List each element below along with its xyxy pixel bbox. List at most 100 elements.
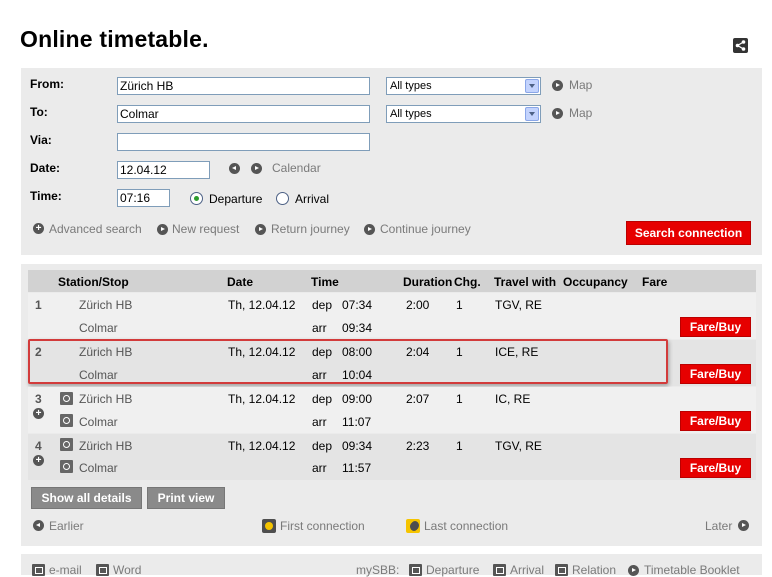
row-dep-time: 09:00 bbox=[342, 392, 373, 406]
previous-day-icon[interactable] bbox=[229, 163, 240, 174]
row-arr-time: 11:07 bbox=[342, 415, 372, 429]
time-label: Time: bbox=[30, 189, 62, 203]
via-label: Via: bbox=[30, 133, 52, 147]
row-arr-label: arr bbox=[312, 461, 327, 475]
col-duration: Duration bbox=[403, 275, 453, 289]
arrival-icon bbox=[493, 564, 506, 576]
row-date: Th, 12.04.12 bbox=[228, 392, 296, 406]
date-field[interactable]: 12.04.12 bbox=[117, 161, 210, 179]
row-from-station[interactable]: Zürich HB bbox=[79, 298, 132, 312]
fare-buy-button[interactable]: Fare/Buy bbox=[680, 458, 751, 478]
row-duration: 2:07 bbox=[406, 392, 430, 406]
row-dep-label: dep bbox=[312, 392, 333, 406]
sun-icon bbox=[262, 519, 276, 533]
share-button[interactable] bbox=[733, 38, 748, 53]
row-travel-with: TGV, RE bbox=[495, 298, 542, 312]
row-travel-with: TGV, RE bbox=[495, 439, 542, 453]
to-field[interactable]: Colmar bbox=[117, 105, 370, 123]
arrival-radio-label: Arrival bbox=[295, 192, 330, 206]
expand-plus-icon[interactable]: + bbox=[33, 408, 44, 419]
row-arr-time: 09:34 bbox=[342, 321, 373, 335]
arrival-radio[interactable] bbox=[276, 192, 289, 205]
search-connection-button[interactable]: Search connection bbox=[626, 221, 751, 245]
arrow-right-icon bbox=[364, 224, 375, 235]
from-type-select[interactable]: All types bbox=[386, 77, 541, 95]
station-icon bbox=[60, 460, 73, 473]
row-dep-label: dep bbox=[312, 298, 333, 312]
table-row[interactable] bbox=[28, 387, 756, 433]
expand-plus-icon[interactable]: + bbox=[33, 455, 44, 466]
next-day-icon[interactable] bbox=[251, 163, 262, 174]
calendar-link[interactable]: Calendar bbox=[272, 161, 321, 175]
plus-circle-icon: + bbox=[33, 223, 44, 234]
from-field[interactable]: Zürich HB bbox=[117, 77, 370, 95]
arrow-right-icon bbox=[552, 108, 563, 119]
row-number: 3 bbox=[35, 392, 42, 406]
row-to-station[interactable]: Colmar bbox=[79, 415, 118, 429]
row-dep-label: dep bbox=[312, 439, 333, 453]
arrow-right-icon bbox=[738, 520, 749, 531]
row-number: 1 bbox=[35, 298, 42, 312]
station-icon bbox=[60, 392, 73, 405]
chevron-down-icon bbox=[525, 107, 539, 121]
date-label: Date: bbox=[30, 161, 61, 175]
station-icon bbox=[60, 414, 73, 427]
row-arr-time: 11:57 bbox=[342, 461, 372, 475]
last-connection-label: Last connection bbox=[424, 519, 509, 533]
row-from-station[interactable]: Zürich HB bbox=[79, 439, 132, 453]
row-number: 4 bbox=[35, 439, 42, 453]
col-fare: Fare bbox=[642, 275, 668, 289]
to-type-select[interactable]: All types bbox=[386, 105, 541, 123]
row-to-station[interactable]: Colmar bbox=[79, 461, 118, 475]
time-field[interactable]: 07:16 bbox=[117, 189, 170, 207]
arrow-right-icon bbox=[157, 224, 168, 235]
row-date: Th, 12.04.12 bbox=[228, 439, 296, 453]
row-to-station[interactable]: Colmar bbox=[79, 321, 118, 335]
row-duration: 2:00 bbox=[406, 298, 430, 312]
return-journey-label: Return journey bbox=[271, 222, 350, 236]
row-duration: 2:23 bbox=[406, 439, 430, 453]
col-changes: Chg. bbox=[454, 275, 481, 289]
col-date: Date bbox=[227, 275, 254, 289]
arrow-right-icon bbox=[255, 224, 266, 235]
continue-journey-label: Continue journey bbox=[380, 222, 471, 236]
row-arr-label: arr bbox=[312, 321, 327, 335]
row-date: Th, 12.04.12 bbox=[228, 298, 296, 312]
row-changes: 1 bbox=[456, 439, 463, 453]
col-travel-with: Travel with bbox=[494, 275, 557, 289]
from-map-label: Map bbox=[569, 78, 593, 92]
relation-icon bbox=[555, 564, 568, 576]
departure-radio[interactable] bbox=[190, 192, 203, 205]
from-label: From: bbox=[30, 77, 64, 91]
later-label: Later bbox=[705, 519, 733, 533]
from-type-value: All types bbox=[390, 80, 432, 92]
selection-highlight bbox=[28, 339, 668, 384]
to-type-value: All types bbox=[390, 108, 432, 120]
via-field[interactable] bbox=[117, 133, 370, 151]
row-arr-label: arr bbox=[312, 415, 327, 429]
advanced-search-label: Advanced search bbox=[49, 222, 142, 236]
row-from-station[interactable]: Zürich HB bbox=[79, 392, 132, 406]
departure-icon bbox=[409, 564, 422, 576]
arrow-left-icon bbox=[33, 520, 44, 531]
chevron-down-icon bbox=[525, 79, 539, 93]
row-travel-with: IC, RE bbox=[495, 392, 531, 406]
fare-buy-button[interactable]: Fare/Buy bbox=[680, 317, 751, 337]
col-occupancy: Occupancy bbox=[563, 275, 628, 289]
row-dep-time: 09:34 bbox=[342, 439, 373, 453]
to-map-label: Map bbox=[569, 106, 593, 120]
print-view-button[interactable]: Print view bbox=[147, 487, 225, 509]
to-label: To: bbox=[30, 105, 48, 119]
arrow-right-icon bbox=[552, 80, 563, 91]
moon-icon bbox=[406, 519, 420, 533]
table-row[interactable] bbox=[28, 293, 756, 339]
earlier-label: Earlier bbox=[49, 519, 84, 533]
new-request-label: New request bbox=[172, 222, 240, 236]
show-all-details-button[interactable]: Show all details bbox=[31, 487, 142, 509]
fare-buy-button[interactable]: Fare/Buy bbox=[680, 411, 751, 431]
arrow-right-icon bbox=[628, 565, 639, 576]
table-row[interactable] bbox=[28, 434, 756, 480]
station-icon bbox=[60, 438, 73, 451]
fare-buy-button[interactable]: Fare/Buy bbox=[680, 364, 751, 384]
first-connection-label: First connection bbox=[280, 519, 365, 533]
